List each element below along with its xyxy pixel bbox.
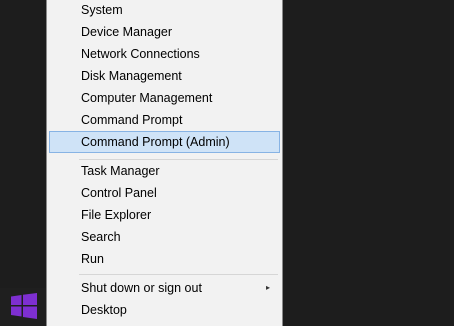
menu-item-label: File Explorer [81, 208, 152, 222]
menu-item-label: Command Prompt (Admin) [81, 135, 230, 149]
menu-item-disk-management[interactable]: Disk Management [49, 65, 280, 87]
menu-item-run[interactable]: Run [49, 248, 280, 270]
menu-item-search[interactable]: Search [49, 226, 280, 248]
menu-item-label: Computer Management [81, 91, 213, 105]
menu-item-device-manager[interactable]: Device Manager [49, 21, 280, 43]
menu-item-control-panel[interactable]: Control Panel [49, 182, 280, 204]
menu-item-label: Device Manager [81, 25, 173, 39]
menu-item-label: Run [81, 252, 104, 266]
menu-item-label: Desktop [81, 303, 127, 317]
quick-link-menu: System Device Manager Network Connection… [46, 0, 283, 326]
desktop: System Device Manager Network Connection… [0, 0, 454, 326]
menu-item-shut-down-or-sign-out[interactable]: Shut down or sign out ▸ [49, 277, 280, 299]
start-button[interactable] [0, 288, 46, 326]
menu-item-command-prompt-admin[interactable]: Command Prompt (Admin) [49, 131, 280, 153]
menu-item-label: Disk Management [81, 69, 182, 83]
menu-item-label: Search [81, 230, 121, 244]
menu-item-label: Task Manager [81, 164, 160, 178]
menu-separator [79, 274, 278, 275]
menu-item-desktop[interactable]: Desktop [49, 299, 280, 321]
chevron-right-icon: ▸ [265, 283, 270, 292]
menu-item-computer-management[interactable]: Computer Management [49, 87, 280, 109]
menu-item-label: Control Panel [81, 186, 157, 200]
menu-item-label: Network Connections [81, 47, 200, 61]
menu-item-label: Command Prompt [81, 113, 183, 127]
windows-logo-icon [11, 293, 37, 319]
menu-item-label: System [81, 3, 123, 17]
menu-item-file-explorer[interactable]: File Explorer [49, 204, 280, 226]
menu-item-network-connections[interactable]: Network Connections [49, 43, 280, 65]
menu-item-command-prompt[interactable]: Command Prompt [49, 109, 280, 131]
menu-item-task-manager[interactable]: Task Manager [49, 160, 280, 182]
menu-item-system[interactable]: System [49, 0, 280, 21]
menu-item-label: Shut down or sign out [81, 281, 202, 295]
